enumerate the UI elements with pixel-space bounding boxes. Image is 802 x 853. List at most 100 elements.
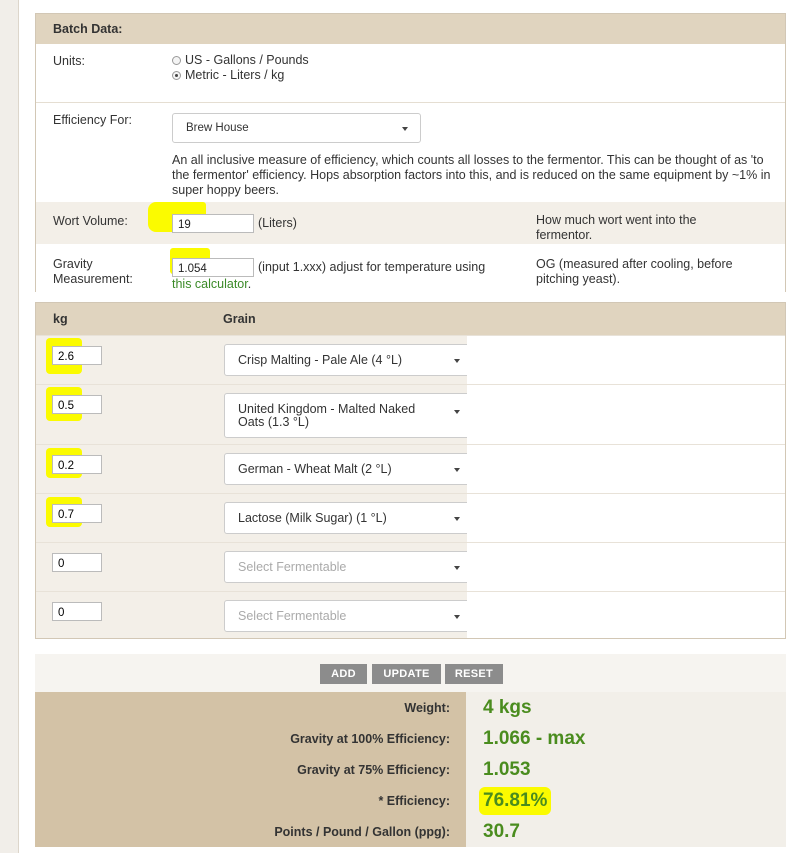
wort-volume-label: Wort Volume: (53, 214, 128, 228)
grain-select[interactable]: Lactose (Milk Sugar) (1 °L) (224, 502, 473, 534)
kg-column-header: kg (53, 312, 68, 326)
grain-row: United Kingdom - Malted Naked Oats (1.3 … (36, 384, 785, 444)
units-option-us-label: US - Gallons / Pounds (185, 53, 309, 67)
batch-data-panel: Batch Data: Units: US - Gallons / Pounds… (35, 13, 786, 292)
units-label: Units: (53, 54, 85, 68)
grain-cell: German - Wheat Malt (2 °L) (210, 445, 473, 493)
kg-cell (36, 445, 210, 493)
result-row-efficiency: * Efficiency: 76.81% (35, 785, 786, 816)
row-spacer (467, 385, 785, 444)
gravity-100-value: 1.066 - max (466, 723, 786, 754)
efficiency-row: Efficiency For: Brew House An all inclus… (36, 103, 785, 202)
kg-input[interactable] (52, 504, 102, 523)
grain-select-value: United Kingdom - Malted Naked Oats (1.3 … (238, 401, 416, 429)
grain-select-value: Crisp Malting - Pale Ale (4 °L) (238, 353, 403, 367)
units-option-metric-label: Metric - Liters / kg (185, 68, 285, 82)
grain-select-value: Lactose (Milk Sugar) (1 °L) (238, 511, 387, 525)
row-spacer (467, 494, 785, 542)
efficiency-select[interactable]: Brew House (172, 113, 421, 143)
wort-volume-note: How much wort went into the fermentor. (536, 213, 697, 242)
kg-cell (36, 385, 210, 444)
result-row-gravity-75: Gravity at 75% Efficiency: 1.053 (35, 754, 786, 785)
chevron-down-icon (454, 615, 460, 619)
row-spacer (467, 543, 785, 591)
efficiency-result-cell: 76.81% (466, 785, 786, 816)
kg-input[interactable] (52, 455, 102, 474)
radio-icon[interactable] (172, 55, 181, 65)
calculator-link[interactable]: this calculator (172, 277, 248, 291)
grain-cell: Crisp Malting - Pale Ale (4 °L) (210, 336, 473, 384)
chevron-down-icon (454, 359, 460, 363)
grain-cell: United Kingdom - Malted Naked Oats (1.3 … (210, 385, 473, 444)
grain-cell: Select Fermentable (210, 592, 473, 638)
grain-row: Select Fermentable (36, 591, 785, 638)
chevron-down-icon (454, 410, 460, 414)
add-button[interactable]: ADD (320, 664, 367, 684)
kg-cell (36, 592, 210, 638)
reset-button[interactable]: RESET (445, 664, 503, 684)
kg-input[interactable] (52, 602, 102, 621)
gravity-label: Gravity Measurement: (53, 257, 133, 286)
wort-volume-input[interactable] (172, 214, 254, 233)
chevron-down-icon (454, 566, 460, 570)
units-row: Units: US - Gallons / Pounds Metric - Li… (36, 44, 785, 103)
button-bar: ADD UPDATE RESET (35, 654, 786, 692)
grain-column-header: Grain (223, 312, 256, 326)
calculator-link-suffix: . (247, 277, 252, 291)
grain-cell: Select Fermentable (210, 543, 473, 591)
gravity-row: Gravity Measurement: (input 1.xxx) adjus… (36, 244, 785, 292)
grain-table-header: kg Grain (36, 303, 785, 335)
grain-panel: kg Grain Crisp Malting - Pale Ale (4 °L)… (35, 302, 786, 639)
wort-volume-row: Wort Volume: (Liters) How much wort went… (36, 202, 785, 244)
chevron-down-icon (402, 127, 408, 131)
grain-select-placeholder: Select Fermentable (238, 560, 347, 574)
gravity-input[interactable] (172, 258, 254, 277)
grain-select[interactable]: Select Fermentable (224, 600, 473, 632)
grain-row: Select Fermentable (36, 542, 785, 591)
left-margin-strip (0, 0, 19, 853)
efficiency-result-value: 76.81% (479, 786, 552, 815)
grain-row: German - Wheat Malt (2 °L) (36, 444, 785, 493)
kg-cell (36, 494, 210, 542)
gravity-100-label: Gravity at 100% Efficiency: (35, 723, 466, 754)
grain-cell: Lactose (Milk Sugar) (1 °L) (210, 494, 473, 542)
grain-row: Lactose (Milk Sugar) (1 °L) (36, 493, 785, 542)
row-spacer (467, 592, 785, 638)
grain-select[interactable]: United Kingdom - Malted Naked Oats (1.3 … (224, 393, 473, 438)
row-spacer (467, 445, 785, 493)
weight-value: 4 kgs (466, 692, 786, 723)
kg-cell (36, 336, 210, 384)
result-row-ppg: Points / Pound / Gallon (ppg): 30.7 (35, 816, 786, 847)
result-row-gravity-100: Gravity at 100% Efficiency: 1.066 - max (35, 723, 786, 754)
kg-input[interactable] (52, 346, 102, 365)
units-option-us[interactable]: US - Gallons / Pounds (172, 53, 309, 67)
gravity-75-value: 1.053 (466, 754, 786, 785)
kg-input[interactable] (52, 395, 102, 414)
update-button[interactable]: UPDATE (372, 664, 441, 684)
grain-select[interactable]: Crisp Malting - Pale Ale (4 °L) (224, 344, 473, 376)
efficiency-description: An all inclusive measure of efficiency, … (172, 153, 771, 197)
gravity-calculator-text: this calculator. (172, 277, 251, 291)
kg-input[interactable] (52, 553, 102, 572)
gravity-75-label: Gravity at 75% Efficiency: (35, 754, 466, 785)
gravity-note: OG (measured after cooling, before pitch… (536, 257, 733, 286)
grain-select[interactable]: German - Wheat Malt (2 °L) (224, 453, 473, 485)
results-panel: ADD UPDATE RESET Weight: 4 kgs Gravity a… (35, 654, 786, 849)
gravity-hint: (input 1.xxx) adjust for temperature usi… (258, 260, 486, 274)
grain-select-placeholder: Select Fermentable (238, 609, 347, 623)
ppg-value: 30.7 (466, 816, 786, 847)
ppg-label: Points / Pound / Gallon (ppg): (35, 816, 466, 847)
grain-row: Crisp Malting - Pale Ale (4 °L) (36, 335, 785, 384)
efficiency-result-label: * Efficiency: (35, 785, 466, 816)
units-option-metric[interactable]: Metric - Liters / kg (172, 68, 284, 82)
kg-cell (36, 543, 210, 591)
wort-volume-unit: (Liters) (258, 216, 297, 230)
radio-selected-icon[interactable] (172, 70, 181, 80)
chevron-down-icon (454, 468, 460, 472)
result-row-weight: Weight: 4 kgs (35, 692, 786, 723)
grain-select-value: German - Wheat Malt (2 °L) (238, 462, 392, 476)
weight-label: Weight: (35, 692, 466, 723)
efficiency-select-value: Brew House (186, 122, 249, 134)
grain-select[interactable]: Select Fermentable (224, 551, 473, 583)
chevron-down-icon (454, 517, 460, 521)
